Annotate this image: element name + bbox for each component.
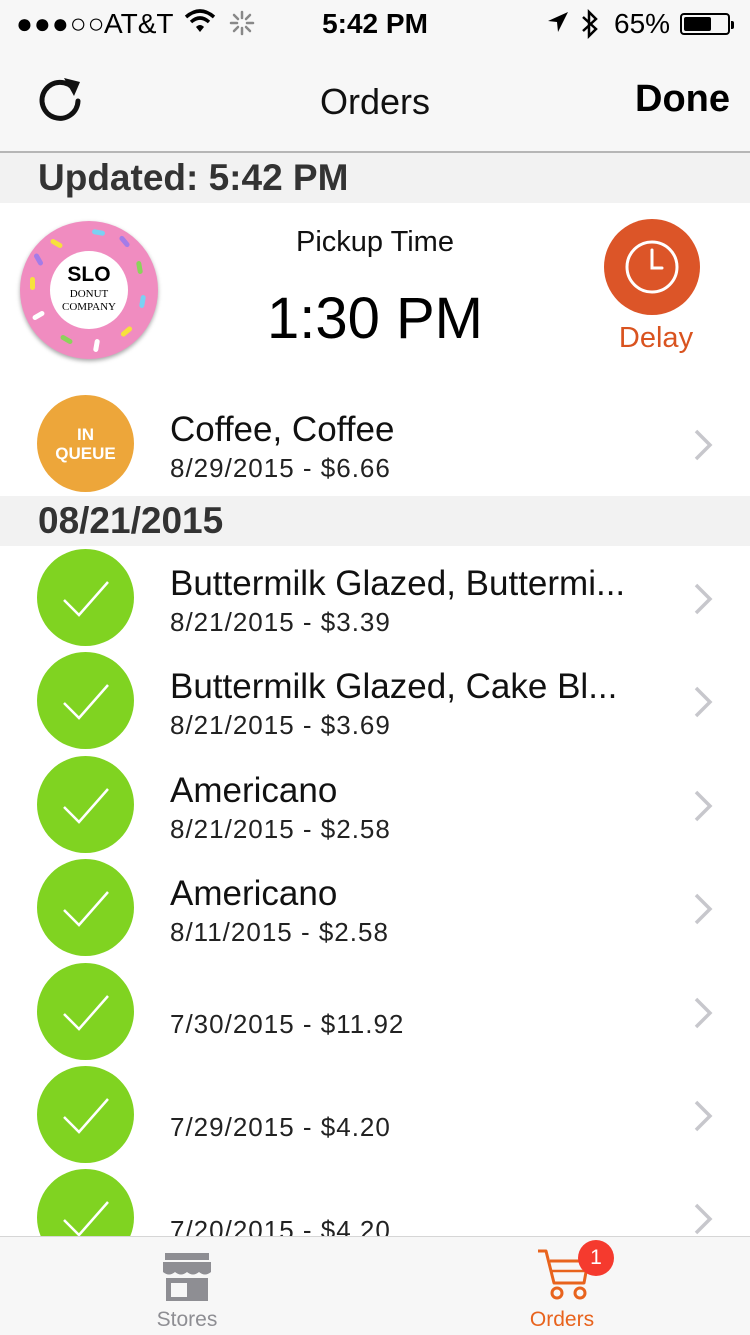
tab-stores[interactable]: Stores: [137, 1237, 237, 1335]
completed-status-icon: [37, 652, 134, 749]
checkmark-icon: [63, 788, 109, 824]
bluetooth-icon: [578, 8, 602, 47]
sprinkle: [135, 260, 144, 275]
battery-nub: [731, 21, 734, 29]
order-title: Buttermilk Glazed, Cake Bl...: [170, 667, 618, 706]
order-row[interactable]: Americano 8/21/2015 - $2.58: [0, 755, 750, 858]
order-date-price: 7/29/2015 - $4.20: [170, 1112, 391, 1142]
order-title: Coffee, Coffee: [170, 410, 395, 449]
order-row[interactable]: Buttermilk Glazed, Cake Bl... 8/21/2015 -…: [0, 651, 750, 754]
done-button[interactable]: Done: [635, 78, 730, 121]
logo-slo-text: SLO: [67, 263, 111, 286]
chevron-right-icon: [694, 790, 713, 822]
queue-status-line2: QUEUE: [55, 444, 116, 463]
battery-fill: [684, 17, 711, 31]
chevron-right-icon: [694, 893, 713, 925]
updated-label: Updated: 5:42 PM: [38, 157, 349, 198]
completed-status-icon: [37, 963, 134, 1060]
delay-button[interactable]: [604, 219, 700, 315]
status-bar: ●●●○○ AT&T 5:42 PM 65%: [0, 0, 750, 50]
completed-status-icon: [37, 859, 134, 956]
active-order-row[interactable]: IN QUEUE Coffee, Coffee 8/29/2015 - $6.6…: [0, 394, 750, 497]
tab-stores-label: Stores: [156, 1308, 218, 1331]
completed-status-icon: [37, 756, 134, 853]
order-row[interactable]: 7/30/2015 - $11.92: [0, 962, 750, 1065]
queue-status-line1: IN: [77, 425, 94, 444]
chevron-right-icon: [694, 1100, 713, 1132]
checkmark-icon: [63, 684, 109, 720]
order-title: Buttermilk Glazed, Buttermi...: [170, 564, 626, 603]
checkmark-icon: [63, 1098, 109, 1134]
battery-percent: 65%: [614, 8, 671, 39]
order-date-price: 7/30/2015 - $11.92: [170, 1009, 405, 1039]
battery-icon: [680, 13, 734, 35]
chevron-right-icon: [694, 997, 713, 1029]
checkmark-icon: [63, 581, 109, 617]
order-title: Americano: [170, 874, 338, 913]
navigation-bar: Orders Done: [0, 50, 750, 153]
order-date-price: 8/21/2015 - $2.58: [170, 814, 391, 844]
location-arrow-icon: [546, 8, 570, 43]
completed-status-icon: [37, 549, 134, 646]
pickup-panel: SLO DONUT COMPANY Pickup Time 1:30 PM De…: [0, 203, 750, 383]
order-title: Americano: [170, 771, 338, 810]
checkmark-icon: [63, 995, 109, 1031]
date-section-header: 08/21/2015: [0, 496, 750, 546]
order-date-price: 8/29/2015 - $6.66: [170, 453, 391, 483]
chevron-right-icon: [694, 1203, 713, 1235]
tab-bar: Stores Orders: [0, 1236, 750, 1335]
order-row[interactable]: 7/29/2015 - $4.20: [0, 1065, 750, 1168]
order-date-price: 8/21/2015 - $3.39: [170, 607, 391, 637]
in-queue-badge: IN QUEUE: [37, 395, 134, 492]
completed-status-icon: [37, 1066, 134, 1163]
order-row[interactable]: Buttermilk Glazed, Buttermi... 8/21/2015 …: [0, 548, 750, 651]
delay-label[interactable]: Delay: [604, 322, 708, 355]
clock-icon: [625, 240, 679, 294]
chevron-right-icon: [694, 429, 713, 461]
checkmark-icon: [63, 891, 109, 927]
order-date-price: 8/21/2015 - $3.69: [170, 710, 391, 740]
order-row[interactable]: Americano 8/11/2015 - $2.58: [0, 858, 750, 961]
storefront-icon: [163, 1253, 211, 1301]
chevron-right-icon: [694, 583, 713, 615]
updated-header: Updated: 5:42 PM: [0, 153, 750, 203]
chevron-right-icon: [694, 686, 713, 718]
order-date-price: 8/11/2015 - $2.58: [170, 917, 389, 947]
date-header-label: 08/21/2015: [38, 500, 224, 541]
orders-badge: 1: [578, 1240, 614, 1276]
tab-orders-label: Orders: [529, 1308, 595, 1331]
